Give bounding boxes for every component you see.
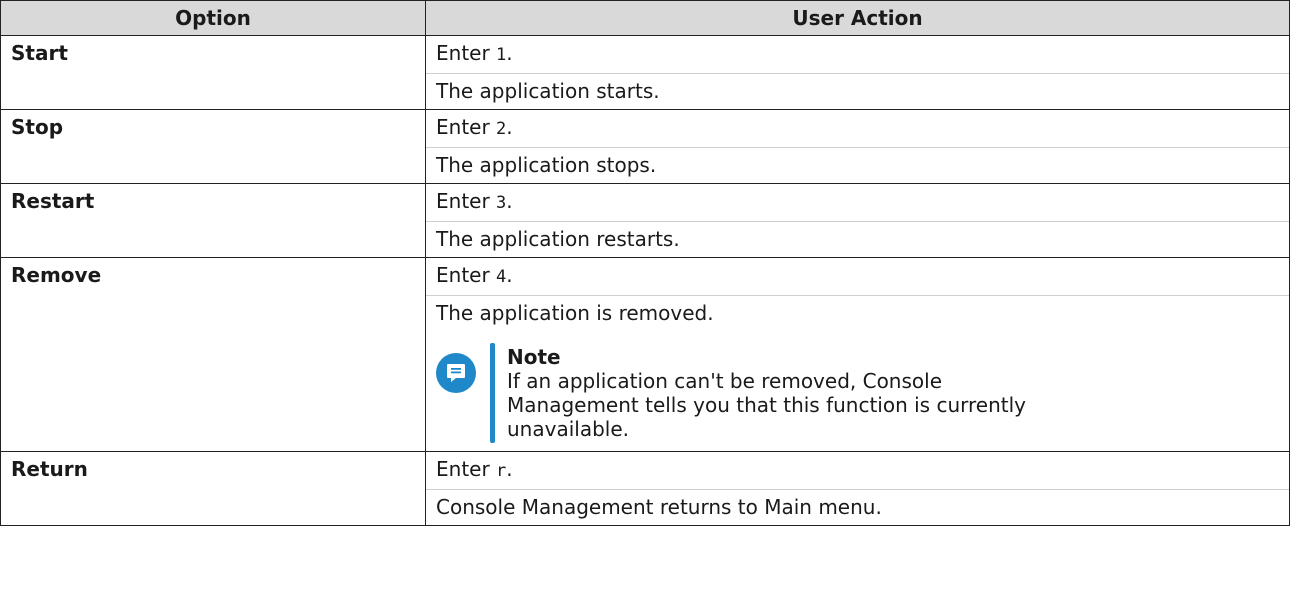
option-cell: Start <box>0 35 426 110</box>
option-cell: Stop <box>0 109 426 184</box>
header-user-action: User Action <box>425 0 1290 36</box>
option-cell: Return <box>0 451 426 526</box>
action-instruction: Enter r. <box>436 457 513 481</box>
action-cell: Enter 2. The application stops. <box>425 109 1290 184</box>
option-cell: Restart <box>0 183 426 258</box>
header-row: Option User Action <box>0 0 1290 36</box>
action-result: The application restarts. <box>426 221 1289 251</box>
action-instruction: Enter 2. <box>436 115 513 139</box>
action-result: The application stops. <box>426 147 1289 177</box>
action-cell: Enter r. Console Management returns to M… <box>425 451 1290 526</box>
action-instruction: Enter 1. <box>436 41 513 65</box>
table-row: Restart Enter 3. The application restart… <box>0 183 1290 258</box>
action-key: 1 <box>496 45 507 65</box>
action-result: The application starts. <box>426 73 1289 103</box>
options-table: Option User Action Start Enter 1. The ap… <box>0 0 1290 526</box>
action-cell: Enter 3. The application restarts. <box>425 183 1290 258</box>
action-key: 3 <box>496 193 507 213</box>
note-text: If an application can't be removed, Cons… <box>507 369 1027 441</box>
action-cell: Enter 1. The application starts. <box>425 35 1290 110</box>
action-instruction: Enter 3. <box>436 189 513 213</box>
note-callout: Note If an application can't be removed,… <box>436 343 1279 443</box>
option-cell: Remove <box>0 257 426 452</box>
action-key: 4 <box>496 267 507 287</box>
table-row: Stop Enter 2. The application stops. <box>0 109 1290 184</box>
table-row: Return Enter r. Console Management retur… <box>0 451 1290 526</box>
note-body: Note If an application can't be removed,… <box>507 343 1067 443</box>
note-bar <box>490 343 495 443</box>
action-key: 2 <box>496 119 507 139</box>
action-key: r <box>496 461 507 481</box>
action-instruction: Enter 4. <box>436 263 513 287</box>
table-row: Remove Enter 4. The application is remov… <box>0 257 1290 452</box>
note-icon <box>436 353 476 393</box>
action-cell: Enter 4. The application is removed. Not… <box>425 257 1290 452</box>
table-row: Start Enter 1. The application starts. <box>0 35 1290 110</box>
note-title: Note <box>507 345 561 369</box>
action-result: Console Management returns to Main menu. <box>426 489 1289 519</box>
header-option: Option <box>0 0 426 36</box>
action-result: The application is removed. <box>426 295 1289 325</box>
